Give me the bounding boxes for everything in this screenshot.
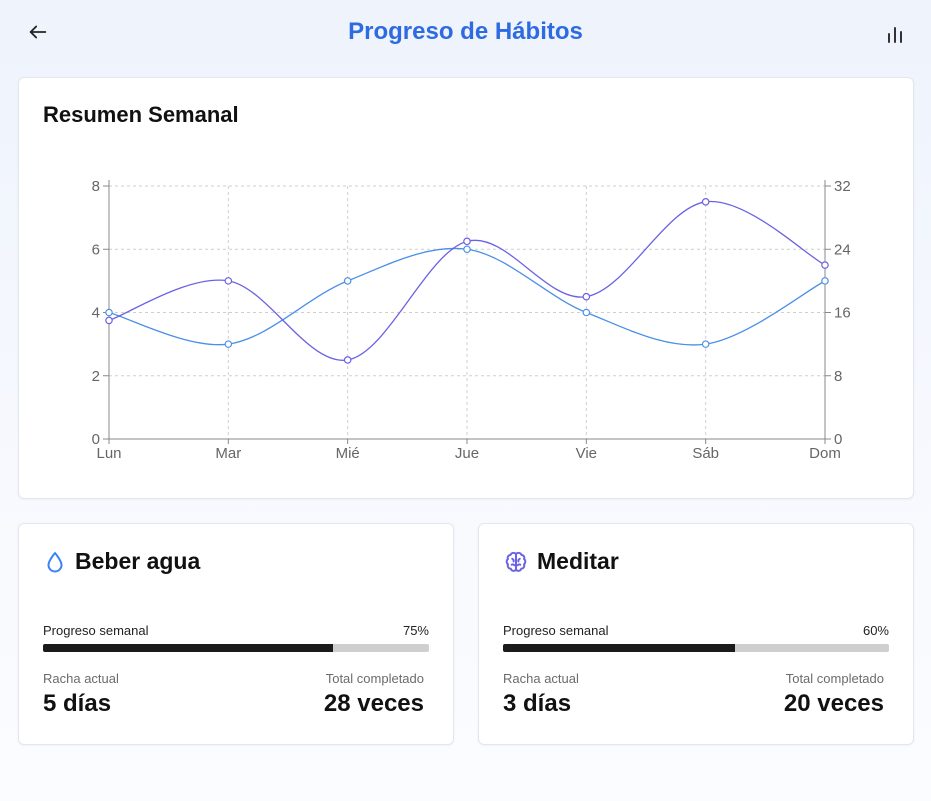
- stats-button[interactable]: [881, 20, 909, 48]
- y-left-tick-label: 2: [92, 368, 100, 385]
- streak-label: Racha actual: [503, 671, 579, 686]
- data-point: [105, 308, 113, 317]
- data-point: [463, 237, 471, 246]
- bar-chart-icon: [888, 27, 902, 43]
- streak-value: 5 días: [43, 690, 112, 717]
- habit-name: Meditar: [537, 548, 619, 574]
- water-drop-icon: [47, 551, 63, 572]
- progress-bar: [503, 644, 889, 652]
- progress-percent: 75%: [402, 623, 429, 638]
- data-point: [224, 277, 233, 285]
- data-point: [582, 308, 591, 317]
- data-point: [821, 277, 829, 285]
- brain-icon: [505, 551, 527, 572]
- weekly-line-chart: 0246808162432Lun Mar Mié Jue Vie Sáb Dom: [92, 178, 851, 462]
- total-label: Total completado: [785, 671, 884, 686]
- data-point: [463, 245, 471, 254]
- total-label: Total completado: [325, 671, 424, 686]
- progress-percent: 60%: [862, 623, 889, 638]
- x-tick-label: Mar: [215, 445, 241, 462]
- x-tick-label: Sáb: [692, 445, 719, 462]
- total-value: 28 veces: [323, 690, 424, 717]
- progress-label: Progreso semanal: [503, 623, 609, 638]
- weekly-summary-card: Resumen Semanal 0 2 4 6 8 0 8 16 24 32 Lun Mar Mié Ju…: [18, 77, 914, 499]
- x-tick-label: Vie: [576, 445, 597, 462]
- y-right-tick-label: 16: [834, 305, 851, 322]
- data-point: [701, 198, 710, 206]
- y-right-tick-label: 8: [834, 368, 842, 385]
- y-left-tick-label: 6: [92, 241, 100, 258]
- habit-name: Beber agua: [75, 548, 201, 574]
- progress-fill: [43, 644, 333, 652]
- page-title: Progreso de Hábitos: [348, 18, 583, 45]
- data-point: [224, 340, 233, 348]
- streak-label: Racha actual: [43, 671, 119, 686]
- data-point: [821, 261, 829, 269]
- y-right-tick-label: 32: [834, 178, 851, 195]
- x-tick-label: Lun: [96, 445, 121, 462]
- app-header: Progreso de Hábitos: [0, 0, 931, 66]
- data-point: [701, 340, 710, 348]
- streak-value: 3 días: [503, 690, 572, 717]
- data-point: [343, 356, 352, 364]
- x-tick-label: Dom: [809, 445, 841, 462]
- data-point: [582, 292, 591, 301]
- data-point: [105, 316, 113, 325]
- progress-label: Progreso semanal: [43, 623, 149, 638]
- progress-bar: [43, 644, 429, 652]
- y-left-tick-label: 4: [92, 305, 100, 322]
- data-point: [343, 277, 352, 285]
- x-tick-label: Jue: [455, 445, 479, 462]
- y-right-tick-label: 24: [834, 241, 851, 258]
- habit-card-meditate[interactable]: Meditar Progreso semanal 60% Racha actua…: [478, 523, 914, 745]
- habit-card-water[interactable]: Beber agua Progreso semanal 75% Racha ac…: [18, 523, 454, 745]
- y-left-tick-label: 8: [92, 178, 100, 195]
- total-value: 20 veces: [783, 690, 884, 717]
- x-tick-label: Mié: [336, 445, 360, 462]
- progress-fill: [503, 644, 735, 652]
